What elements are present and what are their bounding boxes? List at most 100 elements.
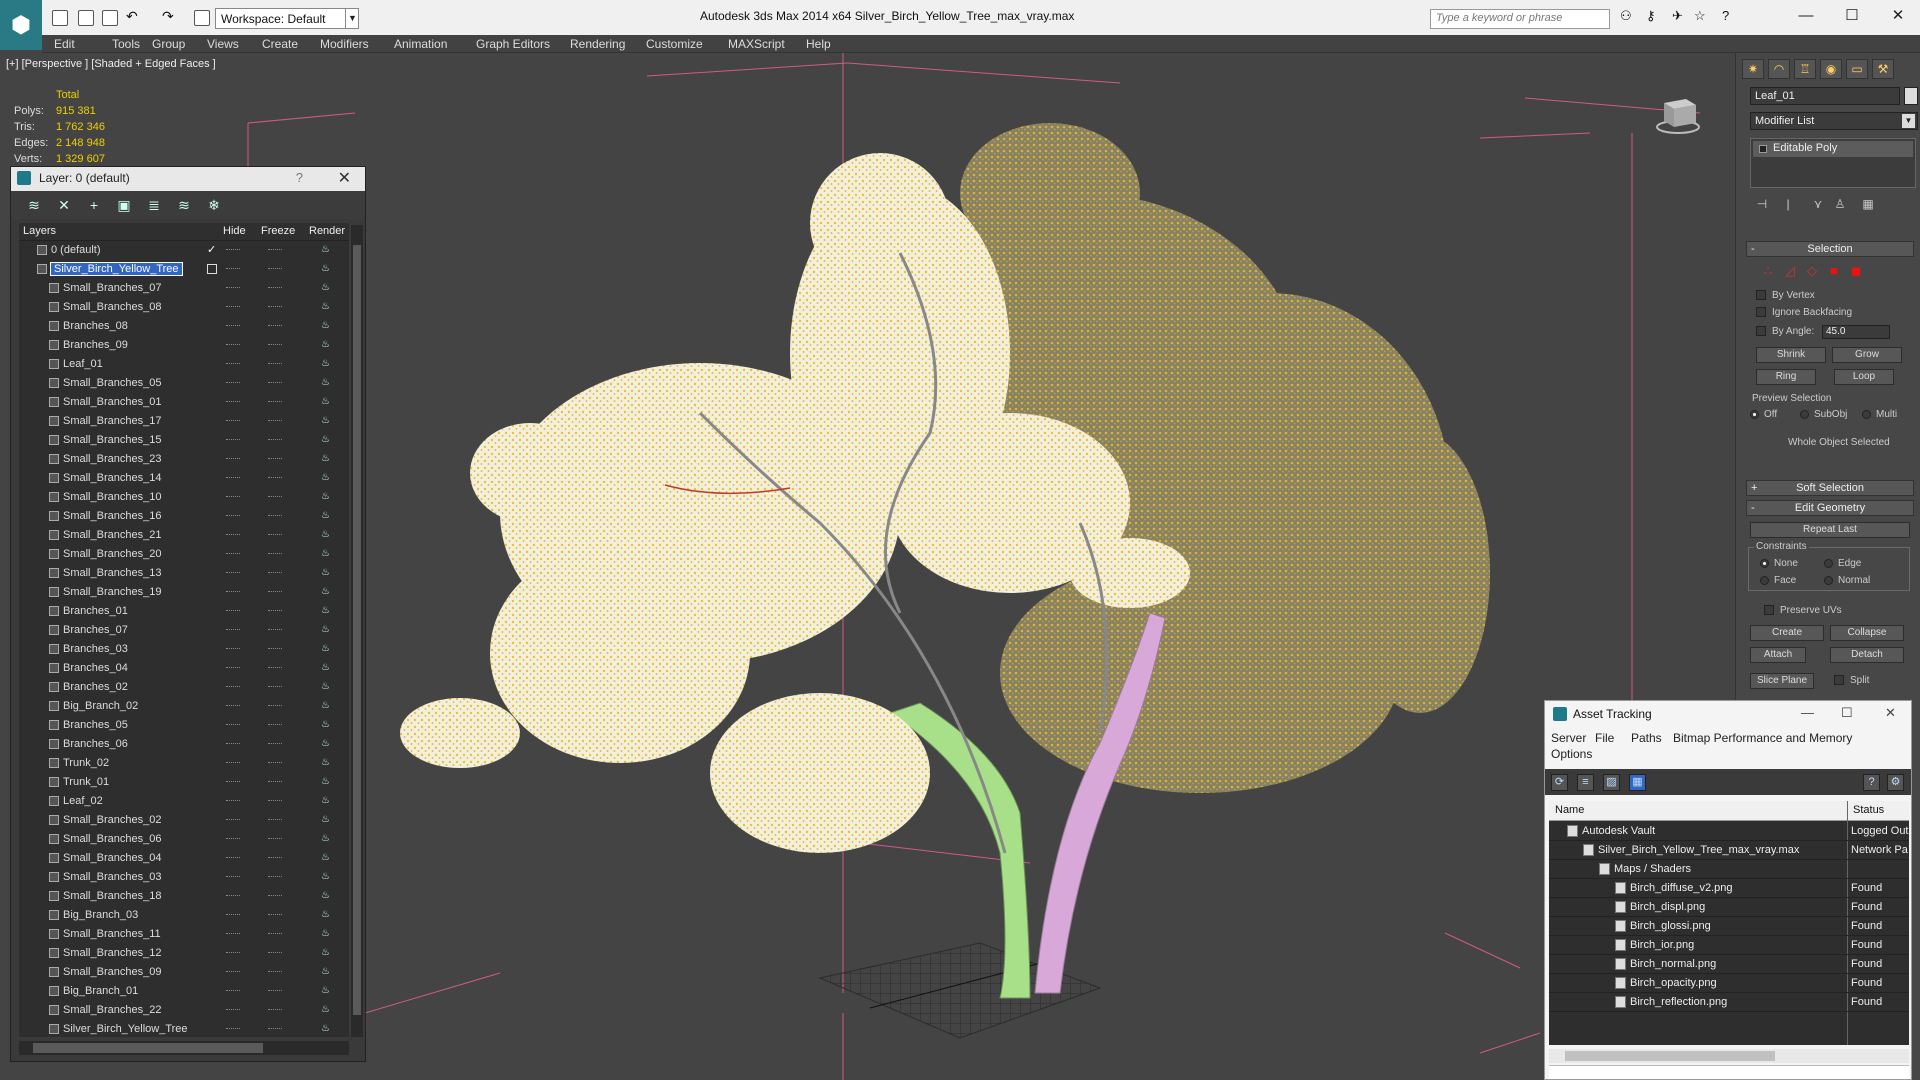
freeze-toggle[interactable] — [268, 1009, 282, 1011]
render-teapot-icon[interactable]: ♨ — [321, 264, 331, 274]
layer-row[interactable]: Silver_Birch_Yellow_Tree ♨ — [19, 1020, 349, 1037]
hierarchy-tab-icon[interactable]: ♖ — [1794, 59, 1816, 79]
hide-toggle[interactable] — [226, 553, 240, 555]
layer-row[interactable]: Small_Branches_17 ♨ — [19, 412, 349, 431]
layer-row[interactable]: Branches_05 ♨ — [19, 716, 349, 735]
freeze-toggle[interactable] — [268, 610, 282, 612]
freeze-toggle[interactable] — [268, 990, 282, 992]
menu-tools[interactable]: Tools — [112, 37, 140, 51]
layer-row[interactable]: Small_Branches_08 ♨ — [19, 298, 349, 317]
render-teapot-icon[interactable]: ♨ — [321, 834, 331, 844]
render-teapot-icon[interactable]: ♨ — [321, 758, 331, 768]
asset-tracking-titlebar[interactable]: Asset Tracking — ☐ ✕ — [1545, 701, 1911, 727]
save-file-icon[interactable] — [102, 10, 118, 26]
close-icon[interactable]: ✕ — [338, 168, 351, 188]
freeze-toggle[interactable] — [268, 496, 282, 498]
hide-toggle[interactable] — [226, 420, 240, 422]
help-icon[interactable]: ? — [1722, 8, 1738, 24]
create-tab-icon[interactable]: ✷ — [1742, 59, 1764, 79]
freeze-toggle[interactable] — [268, 458, 282, 460]
asset-row[interactable]: Autodesk Vault Logged Out — [1549, 822, 1909, 841]
hide-toggle[interactable] — [226, 268, 240, 270]
freeze-toggle[interactable] — [268, 325, 282, 327]
freeze-toggle[interactable] — [268, 724, 282, 726]
object-name-field[interactable]: Leaf_01 — [1750, 87, 1900, 105]
layer-row[interactable]: Small_Branches_06 ♨ — [19, 830, 349, 849]
hide-toggle[interactable] — [226, 477, 240, 479]
column-name[interactable]: Name — [1555, 804, 1584, 816]
pin-stack-icon[interactable]: ⊣ — [1754, 197, 1770, 213]
list-view-icon[interactable]: ≡ — [1577, 774, 1594, 791]
layer-row[interactable]: Small_Branches_05 ♨ — [19, 374, 349, 393]
render-teapot-icon[interactable]: ♨ — [321, 283, 331, 293]
render-teapot-icon[interactable]: ♨ — [321, 397, 331, 407]
render-teapot-icon[interactable]: ♨ — [321, 1005, 331, 1015]
layer-row[interactable]: Small_Branches_10 ♨ — [19, 488, 349, 507]
layer-row[interactable]: Branches_03 ♨ — [19, 640, 349, 659]
render-teapot-icon[interactable]: ♨ — [321, 777, 331, 787]
remove-modifier-icon[interactable]: ♙ — [1832, 197, 1848, 213]
preserve-uvs-checkbox[interactable] — [1764, 605, 1774, 615]
hide-toggle[interactable] — [226, 743, 240, 745]
settings-icon[interactable]: ⚙ — [1887, 774, 1904, 791]
freeze-toggle[interactable] — [268, 933, 282, 935]
column-hide[interactable]: Hide — [223, 225, 246, 237]
star-icon[interactable]: ☆ — [1694, 8, 1710, 24]
render-teapot-icon[interactable]: ♨ — [321, 910, 331, 920]
freeze-toggle[interactable] — [268, 819, 282, 821]
close-icon[interactable]: ✕ — [1885, 705, 1896, 721]
hide-toggle[interactable] — [226, 363, 240, 365]
hide-toggle[interactable] — [226, 705, 240, 707]
layer-row[interactable]: Small_Branches_15 ♨ — [19, 431, 349, 450]
render-teapot-icon[interactable]: ♨ — [321, 302, 331, 312]
active-layer-box[interactable] — [207, 264, 217, 274]
render-teapot-icon[interactable]: ♨ — [321, 929, 331, 939]
menu-help[interactable]: Help — [806, 37, 831, 51]
freeze-toggle[interactable] — [268, 249, 282, 251]
constraint-none-radio[interactable] — [1760, 559, 1769, 568]
render-teapot-icon[interactable]: ♨ — [321, 340, 331, 350]
key-icon[interactable]: ⚷ — [1646, 8, 1662, 24]
hide-toggle[interactable] — [226, 287, 240, 289]
menu-views[interactable]: Views — [207, 37, 239, 51]
vertical-scrollbar[interactable] — [351, 225, 363, 1037]
layer-row[interactable]: Big_Branch_02 ♨ — [19, 697, 349, 716]
asset-row[interactable]: Birch_normal.png Found — [1549, 955, 1909, 974]
app-logo-icon[interactable]: ⬢ — [0, 0, 42, 50]
asset-row[interactable]: Maps / Shaders — [1549, 860, 1909, 879]
horizontal-scrollbar[interactable] — [19, 1041, 349, 1055]
freeze-toggle[interactable] — [268, 667, 282, 669]
layer-row[interactable]: Big_Branch_03 ♨ — [19, 906, 349, 925]
asset-menu-bitmap-performance-and-memory[interactable]: Bitmap Performance and Memory — [1673, 731, 1852, 745]
asset-row[interactable]: Birch_ior.png Found — [1549, 936, 1909, 955]
open-file-icon[interactable] — [78, 10, 94, 26]
configure-sets-icon[interactable]: ▦ — [1860, 197, 1876, 213]
column-layers[interactable]: Layers — [23, 225, 56, 237]
hide-toggle[interactable] — [226, 819, 240, 821]
table-view-icon[interactable]: ▦ — [1629, 774, 1646, 791]
stack-item-editable-poly[interactable]: Editable Poly — [1753, 141, 1913, 157]
chevron-down-icon[interactable]: ▼ — [345, 8, 359, 29]
maximize-icon[interactable]: ☐ — [1841, 705, 1853, 721]
ring-button[interactable]: Ring — [1756, 369, 1816, 385]
search-input[interactable]: Type a keyword or phrase — [1430, 9, 1610, 29]
preview-multi-radio[interactable] — [1862, 410, 1871, 419]
detach-button[interactable]: Detach — [1830, 647, 1904, 663]
hide-toggle[interactable] — [226, 439, 240, 441]
utilities-tab-icon[interactable]: ⚒ — [1872, 59, 1894, 79]
modifier-list-dropdown[interactable]: Modifier List ▼ — [1750, 112, 1918, 130]
shrink-button[interactable]: Shrink — [1756, 347, 1826, 363]
freeze-toggle[interactable] — [268, 876, 282, 878]
asset-row[interactable]: Birch_reflection.png Found — [1549, 993, 1909, 1012]
vertex-mode-icon[interactable]: ∴ — [1760, 263, 1776, 279]
menu-modifiers[interactable]: Modifiers — [320, 37, 369, 51]
render-teapot-icon[interactable]: ♨ — [321, 663, 331, 673]
render-teapot-icon[interactable]: ♨ — [321, 986, 331, 996]
layer-row[interactable]: Small_Branches_09 ♨ — [19, 963, 349, 982]
layer-row[interactable]: Small_Branches_03 ♨ — [19, 868, 349, 887]
layer-row[interactable]: Small_Branches_20 ♨ — [19, 545, 349, 564]
menu-create[interactable]: Create — [262, 37, 298, 51]
preview-off-radio[interactable] — [1750, 410, 1759, 419]
slice-plane-button[interactable]: Slice Plane — [1750, 673, 1814, 689]
freeze-toggle[interactable] — [268, 686, 282, 688]
